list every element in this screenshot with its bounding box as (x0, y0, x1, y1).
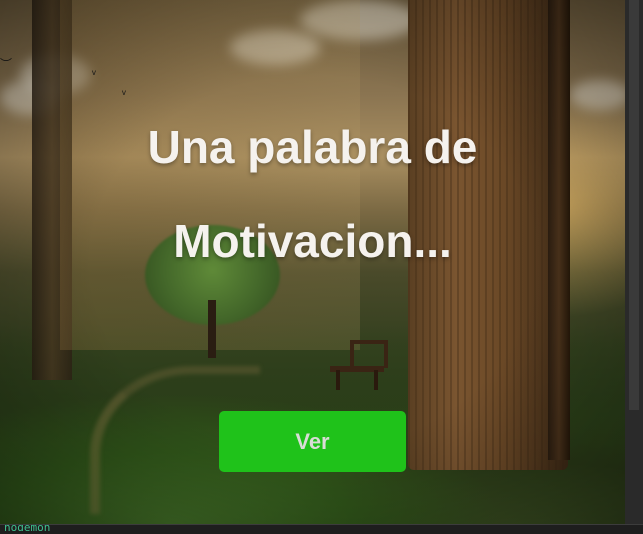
bench-leg (374, 370, 378, 390)
terminal-output: nodemon (4, 524, 51, 534)
hero-section: ︶ ᵛ ᵛ Una palabra de Motivacion... Ver (0, 0, 625, 524)
tree-trunk (208, 300, 216, 358)
bench-image (330, 340, 388, 390)
title-line-1: Una palabra de (147, 121, 478, 173)
page-title: Una palabra de Motivacion... (0, 100, 625, 288)
bench-leg (336, 370, 340, 390)
scrollbar-thumb[interactable] (629, 0, 639, 410)
title-line-2: Motivacion... (173, 215, 452, 267)
ver-button[interactable]: Ver (219, 411, 406, 472)
bird-icon: ᵛ (92, 67, 96, 81)
bench-back (350, 340, 388, 368)
bird-icon: ︶ (0, 57, 13, 71)
bird-icon: ᵛ (122, 87, 126, 101)
